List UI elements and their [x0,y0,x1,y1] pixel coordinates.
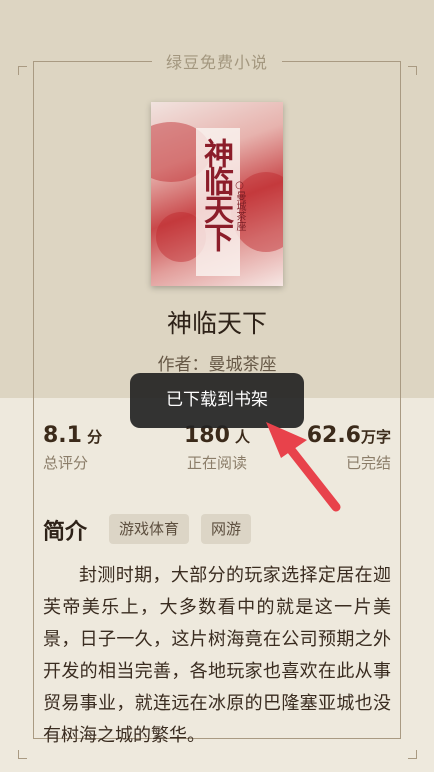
arrow-head [266,422,307,458]
arrow-shaft [283,441,341,512]
intro-text: 封测时期，大部分的玩家选择定居在迦芙帝美乐上，大多数看中的就是这一片美景，日子一… [43,565,391,746]
intro-heading: 简介 [43,520,88,545]
genre-tag[interactable]: 游戏体育 [109,514,190,544]
genre-tag[interactable]: 网游 [201,514,252,544]
